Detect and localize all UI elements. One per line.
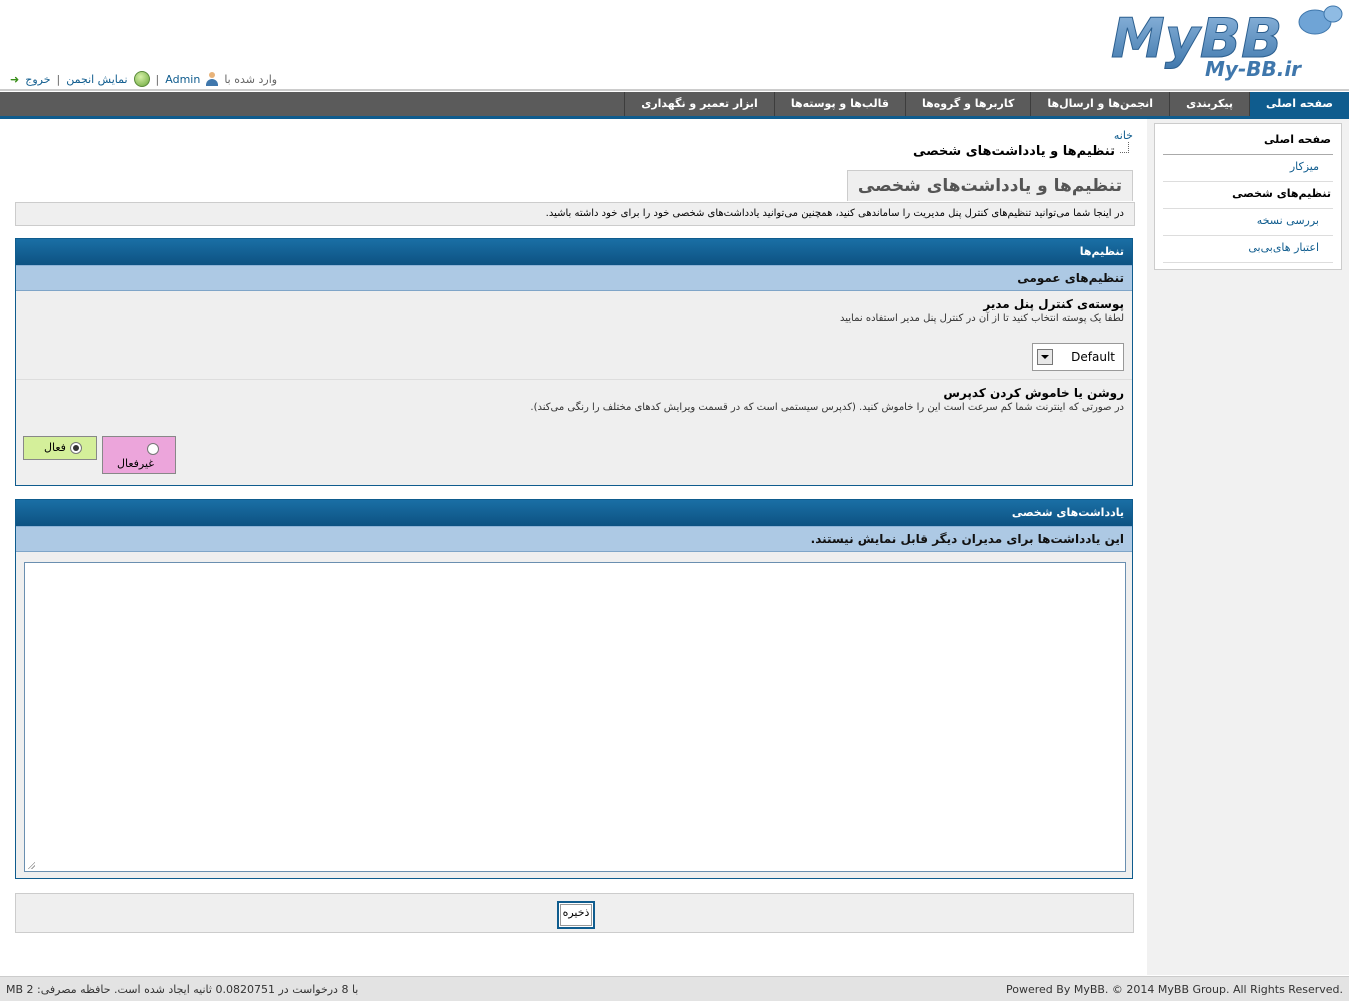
sidebar: صفحه اصلی میزکار تنظیم‌های شخصی بررسی نس… [1154, 123, 1342, 270]
settings-panel: تنظیم‌ها تنظیم‌های عمومی پوسته‌ی کنترل پ… [15, 238, 1133, 486]
logout-link[interactable]: خروج [25, 73, 50, 86]
page-title: تنظیم‌ها و یادداشت‌های شخصی [846, 170, 1133, 201]
logout-icon[interactable]: ➜ [10, 73, 19, 86]
sidebar-title: صفحه اصلی [1163, 128, 1333, 155]
mybb-logo[interactable]: MyBB My-BB.ir [1093, 2, 1343, 82]
radio-off-button[interactable] [147, 443, 159, 455]
theme-label: پوسته‌ی کنترل پنل مدیر [983, 297, 1124, 311]
codepress-description: در صورتی که اینترنت شما کم سرعت است این … [530, 402, 1124, 413]
theme-description: لطفا یک پوسته انتخاب کنید تا از آن در کن… [840, 313, 1124, 324]
tab-home[interactable]: صفحه اصلی [1249, 92, 1349, 116]
user-icon [206, 72, 219, 86]
setting-row-codepress: روشن یا خاموش کردن کدپرس در صورتی که این… [16, 380, 1132, 478]
radio-off-label: غیرفعال [117, 457, 155, 470]
breadcrumb-home[interactable]: خانه [1114, 129, 1133, 142]
save-button[interactable]: ذخیره [557, 901, 595, 929]
tab-tools-maintenance[interactable]: ابزار تعمیر و نگهداری [624, 92, 774, 116]
sidebar-item-credits[interactable]: اعتبار های‌بی‌بی [1163, 236, 1333, 263]
username-link[interactable]: Admin [165, 73, 200, 86]
sidebar-item-preferences[interactable]: تنظیم‌های شخصی [1163, 182, 1333, 209]
sidebar-item-dashboard[interactable]: میزکار [1163, 155, 1333, 182]
svg-text:My-BB.ir: My-BB.ir [1205, 57, 1302, 81]
intro-text: در اینجا شما می‌توانید تنظیم‌های کنترل پ… [545, 208, 1124, 219]
breadcrumb-current: تنظیم‌ها و یادداشت‌های شخصی [913, 142, 1133, 159]
settings-heading: تنظیم‌ها [16, 239, 1132, 265]
radio-on-button[interactable] [70, 442, 82, 454]
settings-subheading: تنظیم‌های عمومی [16, 265, 1132, 291]
breadcrumb: خانه تنظیم‌ها و یادداشت‌های شخصی [913, 129, 1133, 159]
tab-configuration[interactable]: پیکربندی [1169, 92, 1249, 116]
notes-textarea[interactable] [24, 562, 1126, 872]
footer-stats: با 8 درخواست در 0.0820751 ثانیه ایجاد شد… [6, 983, 359, 996]
form-actions: ذخیره [15, 893, 1134, 933]
chevron-down-icon[interactable] [1037, 349, 1053, 365]
theme-select[interactable]: Default [1032, 343, 1124, 371]
main-menu: صفحه اصلی پیکربندی انجمن‌ها و ارسال‌ها ک… [0, 92, 1349, 119]
tab-users-groups[interactable]: کاربرها و گروه‌ها [904, 92, 1030, 116]
user-bar: ➜ خروج | نمایش انجمن | Admin وارد شده با [10, 70, 277, 88]
resize-grip-icon[interactable] [27, 861, 35, 869]
page-intro: در اینجا شما می‌توانید تنظیم‌های کنترل پ… [15, 202, 1135, 226]
radio-on-label: فعال [44, 441, 66, 454]
footer: با 8 درخواست در 0.0820751 ثانیه ایجاد شد… [0, 976, 1349, 1001]
view-forum-link[interactable]: نمایش انجمن [66, 73, 127, 86]
theme-select-value: Default [1071, 350, 1115, 364]
radio-option-off[interactable]: غیرفعال [102, 436, 176, 474]
divider: | [155, 72, 160, 86]
codepress-label: روشن یا خاموش کردن کدپرس [943, 386, 1124, 400]
tab-forums-posts[interactable]: انجمن‌ها و ارسال‌ها [1030, 92, 1169, 116]
notes-panel: یادداشت‌های شخصی این یادداشت‌ها برای مدی… [15, 499, 1133, 879]
sidebar-item-version-check[interactable]: بررسی نسخه [1163, 209, 1333, 236]
footer-copyright: Powered By MyBB. © 2014 MyBB Group. All … [1006, 983, 1343, 996]
logged-in-label: وارد شده با [224, 72, 278, 86]
setting-row-theme: پوسته‌ی کنترل پنل مدیر لطفا یک پوسته انت… [16, 291, 1132, 380]
globe-icon [133, 71, 150, 87]
radio-option-on[interactable]: فعال [23, 436, 97, 460]
notes-subheading: این یادداشت‌ها برای مدیران دیگر قابل نما… [16, 526, 1132, 552]
header-divider [0, 89, 1349, 91]
divider: | [56, 72, 61, 86]
tab-templates-themes[interactable]: قالب‌ها و پوسته‌ها [773, 92, 905, 116]
notes-heading: یادداشت‌های شخصی [16, 500, 1132, 526]
